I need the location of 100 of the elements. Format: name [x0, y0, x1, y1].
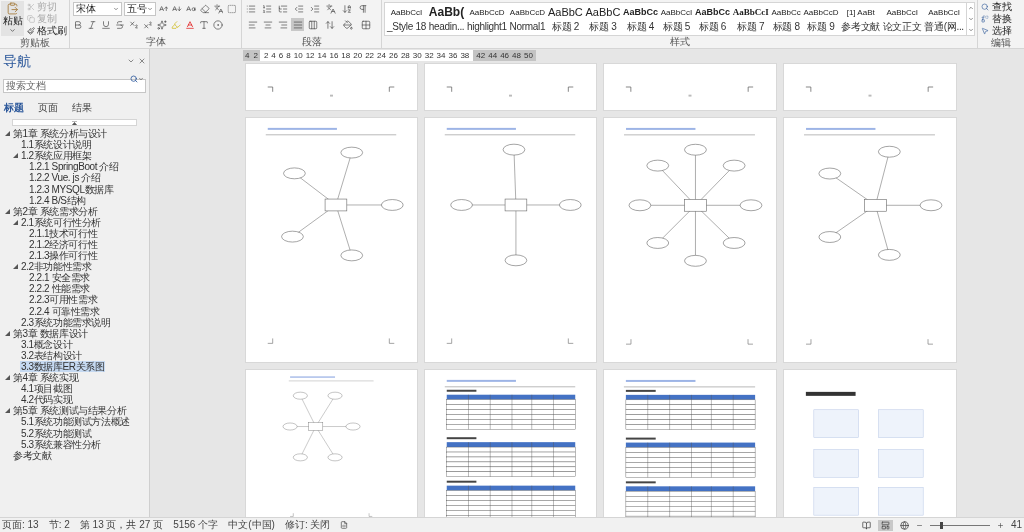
text-effects-icon[interactable]: [157, 20, 167, 30]
navigation-heading[interactable]: 1.2.1 SpringBoot 介绍: [28, 161, 120, 173]
expanded-triangle-icon[interactable]: [5, 330, 10, 336]
style-item[interactable]: AaBb( headin...: [428, 3, 465, 35]
pane-tab[interactable]: 结果: [72, 102, 92, 114]
bullet-list-icon[interactable]: [246, 4, 256, 14]
alignment-button[interactable]: [291, 18, 304, 31]
alignment-button[interactable]: [246, 18, 259, 31]
status-item[interactable]: 页面: 13: [2, 519, 39, 531]
navigation-heading[interactable]: 第5章 系统测试与结果分析: [12, 405, 128, 417]
navigation-heading[interactable]: 1.2.3 MYSQL数据库: [28, 183, 115, 195]
search-icon[interactable]: [130, 75, 138, 83]
expanded-triangle-icon[interactable]: [13, 153, 18, 159]
font-color-icon[interactable]: [185, 20, 195, 30]
shrink-font-icon[interactable]: [172, 4, 183, 14]
style-item[interactable]: AaBbC 标题 3: [585, 3, 621, 35]
navigation-heading[interactable]: 4.1项目截图: [20, 383, 74, 395]
pane-options-icon[interactable]: [127, 57, 135, 65]
pane-tab[interactable]: 页面: [38, 102, 58, 114]
style-item[interactable]: AaBbC 标题 2: [547, 3, 583, 35]
style-item[interactable]: AaBbCc 标题 6: [695, 3, 731, 35]
navigation-heading[interactable]: 2.2.4 可靠性需求: [28, 305, 101, 317]
navigation-heading[interactable]: 第1章 系统分析与设计: [12, 128, 108, 140]
expanded-triangle-icon[interactable]: [5, 375, 10, 381]
close-icon[interactable]: [138, 57, 146, 65]
navigation-heading[interactable]: 3.2表结构设计: [20, 349, 83, 361]
search-field[interactable]: 搜索文档: [3, 78, 146, 93]
pane-tab[interactable]: 标题: [4, 102, 24, 114]
navigation-heading[interactable]: 5.3系统兼容性分析: [20, 438, 102, 450]
zoom-in-icon[interactable]: [996, 521, 1004, 529]
expanded-triangle-icon[interactable]: [5, 408, 10, 414]
style-item[interactable]: AaBbCcI 标题 7: [732, 3, 769, 35]
navigation-heading[interactable]: 2.1.3操作可行性: [28, 250, 99, 262]
navigation-heading[interactable]: 2.1.2经济可行性: [28, 239, 99, 250]
increase-indent-icon[interactable]: [310, 4, 320, 14]
numbered-list-icon[interactable]: [262, 4, 272, 14]
status-item[interactable]: 中文(中国): [228, 519, 275, 531]
print-layout-button[interactable]: [877, 519, 893, 531]
navigation-heading[interactable]: 5.1系统功能测试方法概述: [20, 416, 131, 428]
status-item[interactable]: 节: 2: [48, 519, 70, 531]
navigation-heading[interactable]: 2.2非功能性需求: [20, 261, 93, 273]
navigation-heading[interactable]: 2.2.3可用性需求: [28, 294, 99, 306]
scroll-up-icon[interactable]: [967, 5, 974, 12]
expanded-triangle-icon[interactable]: [13, 219, 18, 225]
status-item[interactable]: 修订: 关闭: [284, 519, 331, 531]
character-border-icon[interactable]: [227, 4, 238, 14]
expanded-triangle-icon[interactable]: [5, 131, 10, 137]
scroll-down-icon[interactable]: [967, 16, 974, 22]
caret-icon[interactable]: [138, 76, 144, 82]
status-item[interactable]: 第 13 页，共 27 页: [79, 519, 164, 531]
status-item[interactable]: 5156 个字: [173, 519, 219, 531]
navigation-heading[interactable]: 2.1.1技术可行性: [28, 227, 99, 239]
style-item[interactable]: [1] AaBt 参考文献: [841, 3, 881, 35]
navigation-heading[interactable]: 第2章 系统需求分析: [12, 205, 99, 217]
eraser-icon[interactable]: [199, 4, 210, 14]
navigation-heading[interactable]: 第4章 系统实现: [12, 372, 80, 384]
paint-bucket-icon[interactable]: [343, 19, 353, 30]
navigation-heading[interactable]: 2.3系统功能需求说明: [20, 316, 112, 328]
pilcrow-icon[interactable]: [358, 4, 368, 14]
decrease-indent-icon[interactable]: [294, 4, 304, 14]
multilevel-list-icon[interactable]: [278, 4, 288, 14]
superscript-icon[interactable]: [143, 20, 153, 30]
navigation-heading[interactable]: 1.1系统设计说明: [20, 139, 93, 151]
navigation-heading[interactable]: 4.2代码实现: [20, 394, 74, 406]
editing-button[interactable]: 选择: [981, 25, 1021, 37]
grow-font-icon[interactable]: [158, 4, 169, 14]
editing-button[interactable]: 查找: [981, 1, 1021, 13]
zoom-level[interactable]: 41: [1010, 519, 1022, 531]
style-item[interactable]: AaBbCc 标题 8: [771, 3, 801, 35]
borders-icon[interactable]: [361, 19, 371, 30]
underline-icon[interactable]: [101, 20, 111, 30]
navigation-heading[interactable]: 2.2.2 性能需求: [28, 283, 92, 295]
style-item[interactable]: AaBbCcI 普通(网...: [924, 3, 964, 35]
expanded-triangle-icon[interactable]: [13, 264, 18, 270]
bold-icon[interactable]: [73, 20, 83, 30]
navigation-heading[interactable]: 参考文献: [12, 449, 53, 461]
navigation-heading[interactable]: 5.2系统功能测试: [20, 427, 93, 439]
read-mode-icon[interactable]: [861, 520, 871, 530]
navigation-heading[interactable]: 3.3数据库ER关系图: [20, 361, 106, 372]
font-size-field[interactable]: 五号: [123, 2, 156, 16]
editing-button[interactable]: 替换: [981, 13, 1021, 25]
font-name-field[interactable]: 宋体: [73, 2, 122, 16]
paste-button[interactable]: 粘贴: [1, 1, 24, 36]
style-item[interactable]: AaBbCcI 论文正文: [882, 3, 922, 35]
navigation-heading[interactable]: 1.2.4 B/S结构: [28, 194, 87, 206]
zoom-slider-thumb[interactable]: [940, 521, 944, 529]
change-case-icon[interactable]: [186, 4, 196, 14]
style-item[interactable]: AaBbCcD Normal1: [509, 3, 546, 35]
strikethrough-icon[interactable]: [115, 20, 125, 30]
clipboard-button[interactable]: 格式刷: [27, 25, 67, 37]
navigation-heading[interactable]: 第3章 数据库设计: [12, 327, 89, 339]
style-item[interactable]: AaBbCcD highlight1: [467, 3, 507, 35]
style-item[interactable]: AaBbCcI _Style 18: [387, 3, 426, 35]
navigation-heading[interactable]: 1.2.2 Vue. js 介绍: [28, 172, 102, 184]
style-item[interactable]: AaBbCcD 标题 9: [803, 3, 839, 35]
navigation-heading[interactable]: 1.2系统应用框架: [20, 150, 93, 162]
alignment-button[interactable]: [306, 18, 319, 31]
subscript-icon[interactable]: [129, 20, 139, 30]
macro-icon[interactable]: [340, 521, 349, 529]
navigation-heading[interactable]: 3.1概念设计: [20, 338, 74, 350]
